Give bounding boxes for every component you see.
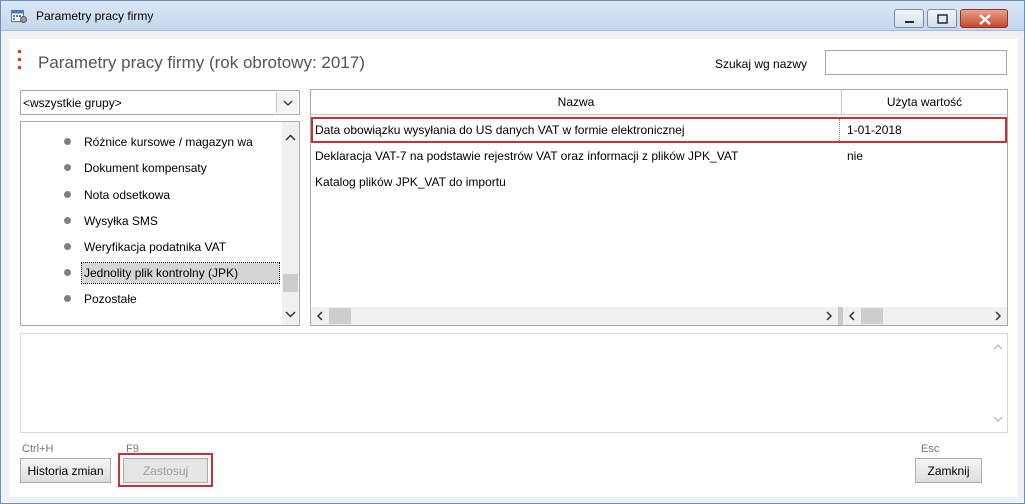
tree-item-label: Jednolity plik kontrolny (JPK): [81, 262, 280, 284]
column-header-value[interactable]: Użyta wartość: [842, 90, 1007, 115]
history-button[interactable]: Historia zmian: [20, 458, 111, 483]
bullet-icon: [64, 191, 71, 198]
bullet-icon: [64, 217, 71, 224]
tree-item-label: Nota odsetkowa: [84, 188, 171, 202]
column-header-name[interactable]: Nazwa: [311, 90, 842, 115]
group-select-value: <wszystkie grupy>: [23, 96, 122, 110]
tree-item[interactable]: Różnice kursowe / magazyn wa: [21, 131, 279, 153]
row-name: Deklaracja VAT-7 na podstawie rejestrów …: [315, 149, 739, 163]
group-tree: Różnice kursowe / magazyn wa Dokument ko…: [20, 121, 300, 326]
apply-button[interactable]: Zastosuj: [123, 458, 208, 483]
page-title: Parametry pracy firmy (rok obrotowy: 201…: [38, 53, 365, 72]
scroll-down-icon[interactable]: [991, 413, 1005, 425]
accent-dots: [18, 50, 22, 70]
tree-item[interactable]: Nota odsetkowa: [21, 184, 279, 206]
tree-item-label: Dokument kompensaty: [84, 161, 207, 175]
row-name: Data obowiązku wysyłania do US danych VA…: [315, 123, 685, 137]
scroll-thumb[interactable]: [283, 274, 298, 292]
scroll-up-icon[interactable]: [991, 341, 1005, 353]
scroll-up-icon[interactable]: [282, 130, 299, 146]
value-column-hscrollbar[interactable]: [843, 307, 1007, 325]
group-select[interactable]: <wszystkie grupy>: [20, 90, 300, 115]
close-button[interactable]: Zamknij: [915, 458, 982, 483]
tree-item-label: Weryfikacja podatnika VAT: [84, 240, 227, 254]
name-column-hscrollbar[interactable]: [311, 307, 838, 325]
row-name: Katalog plików JPK_VAT do importu: [315, 175, 506, 189]
title-bar[interactable]: Parametry pracy firmy: [1, 1, 1024, 31]
tree-item-label: Różnice kursowe / magazyn wa: [84, 135, 253, 149]
tree-item-label: Wysyłka SMS: [84, 214, 158, 228]
tree-item[interactable]: Dokument kompensaty: [21, 157, 279, 179]
bullet-icon: [64, 295, 71, 302]
description-panel[interactable]: [20, 333, 1008, 433]
minimize-icon: [905, 21, 914, 23]
bullet-icon: [64, 138, 71, 145]
scroll-down-icon[interactable]: [282, 306, 299, 322]
header: Parametry pracy firmy (rok obrotowy: 201…: [9, 39, 1018, 85]
minimize-button[interactable]: [894, 9, 924, 28]
client-area: Parametry pracy firmy (rok obrotowy: 201…: [9, 39, 1018, 497]
maximize-button[interactable]: [927, 9, 957, 28]
close-icon: [979, 14, 991, 25]
scroll-left-icon[interactable]: [846, 310, 858, 322]
table-row[interactable]: Katalog plików JPK_VAT do importu: [311, 169, 1007, 195]
scroll-thumb[interactable]: [329, 308, 351, 324]
table-row[interactable]: Deklaracja VAT-7 na podstawie rejestrów …: [311, 143, 1007, 169]
scroll-right-icon[interactable]: [823, 310, 835, 322]
table-row[interactable]: Data obowiązku wysyłania do US danych VA…: [311, 117, 1007, 143]
window: Parametry pracy firmy Parametry pracy fi…: [0, 0, 1025, 504]
close-shortcut: Esc: [921, 443, 940, 455]
tree-item-label: Pozostałe: [84, 292, 137, 306]
tree-item[interactable]: Pozostałe: [21, 288, 279, 310]
row-value[interactable]: nie: [847, 149, 863, 163]
scroll-left-icon[interactable]: [314, 310, 326, 322]
row-value[interactable]: 1-01-2018: [847, 123, 902, 137]
tree-item[interactable]: Wysyłka SMS: [21, 210, 279, 232]
tree-item[interactable]: Weryfikacja podatnika VAT: [21, 236, 279, 258]
tree-item-selected[interactable]: Jednolity plik kontrolny (JPK): [21, 262, 280, 284]
bullet-icon: [64, 269, 71, 276]
search-label: Szukaj wg nazwy: [715, 57, 808, 71]
scroll-thumb[interactable]: [861, 308, 883, 324]
scroll-right-icon[interactable]: [992, 310, 1004, 322]
history-shortcut: Ctrl+H: [22, 443, 54, 455]
parameters-grid: Nazwa Użyta wartość Data obowiązku wysył…: [310, 89, 1008, 326]
tree-scrollbar[interactable]: [282, 122, 299, 325]
chevron-down-icon: [283, 100, 293, 106]
close-window-button[interactable]: [960, 9, 1008, 28]
bullet-icon: [64, 164, 71, 171]
bullet-icon: [64, 243, 71, 250]
calendar-settings-icon: [11, 10, 27, 23]
search-input[interactable]: [825, 50, 1007, 75]
window-title: Parametry pracy firmy: [36, 9, 154, 23]
cell-separator: [839, 119, 840, 141]
dropdown-arrow-button[interactable]: [276, 92, 298, 113]
maximize-icon: [937, 14, 948, 24]
